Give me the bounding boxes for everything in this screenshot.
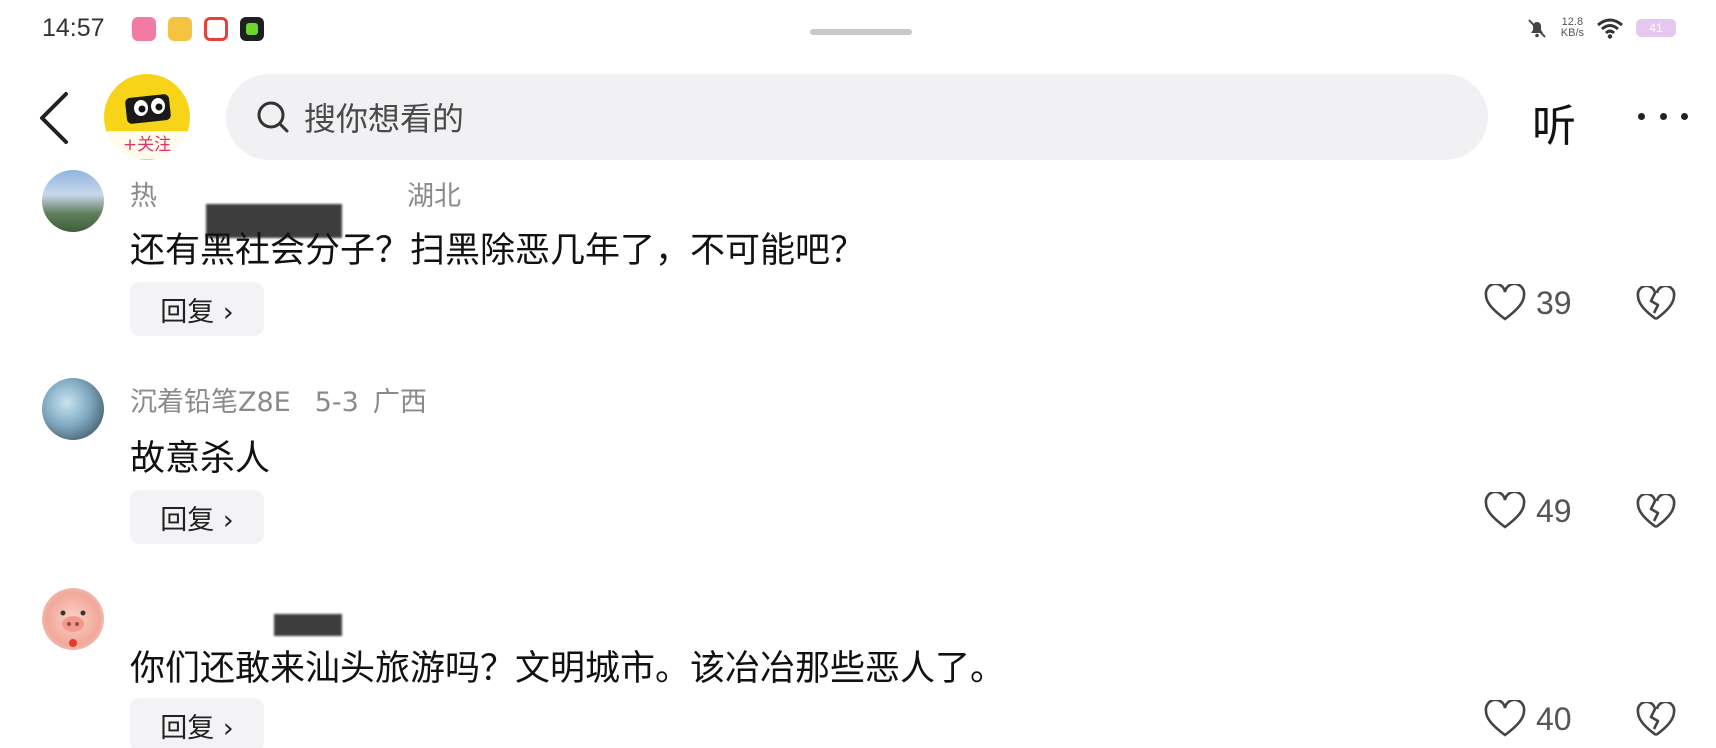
comment-text: 你们还敢来汕头旅游吗？文明城市。该冶冶那些恶人了。 — [130, 649, 1006, 689]
dislike-button[interactable] — [1636, 700, 1676, 742]
search-input[interactable]: 搜你想看的 — [226, 74, 1488, 160]
status-bar: 14:57 12.8 KB/s 41 — [0, 0, 1716, 56]
status-time: 14:57 — [42, 14, 105, 42]
reply-button[interactable]: 回复 › — [130, 698, 264, 748]
comment-username[interactable]: 热 — [130, 181, 157, 212]
chevron-left-icon — [40, 92, 68, 144]
comment-text: 还有黑社会分子？扫黑除恶几年了，不可能吧？ — [130, 231, 866, 271]
video-app-icon — [204, 17, 228, 41]
comment-location: 广西 — [372, 387, 427, 418]
back-button[interactable] — [36, 90, 72, 146]
heart-icon — [1484, 700, 1526, 737]
listen-button[interactable]: 听 — [1532, 90, 1576, 154]
dislike-button[interactable] — [1636, 284, 1676, 326]
like-button[interactable]: 49 — [1484, 492, 1572, 530]
network-speed: 12.8 KB/s — [1561, 17, 1584, 39]
broken-heart-icon — [1636, 492, 1676, 529]
comment-username[interactable]: 沉着铅笔Z8E — [130, 387, 291, 418]
broken-heart-icon — [1636, 700, 1676, 737]
like-button[interactable]: 40 — [1484, 700, 1572, 738]
network-speed-unit: KB/s — [1560, 27, 1584, 39]
broken-heart-icon — [1636, 284, 1676, 321]
comment-meta: 沉着铅笔Z8E 5-3 广西 — [130, 380, 427, 419]
heart-icon — [1484, 284, 1526, 321]
more-dot-icon — [1638, 112, 1645, 120]
comment-date: 5-3 — [314, 387, 359, 418]
drag-handle[interactable] — [810, 29, 912, 35]
redaction-block — [274, 614, 342, 636]
pig-avatar-icon — [60, 610, 86, 647]
search-placeholder: 搜你想看的 — [304, 100, 465, 138]
green-app-icon — [240, 17, 264, 41]
like-count: 40 — [1536, 700, 1572, 737]
like-count: 39 — [1536, 284, 1572, 321]
status-indicators: 12.8 KB/s 41 — [1525, 16, 1676, 40]
comment-text: 故意杀人 — [130, 439, 271, 479]
mute-bell-icon — [1528, 19, 1546, 38]
weibo-app-icon — [168, 17, 192, 41]
reply-button[interactable]: 回复 › — [130, 282, 264, 336]
user-avatar[interactable] — [42, 378, 104, 440]
battery-indicator: 41 — [1636, 19, 1676, 37]
reply-button[interactable]: 回复 › — [130, 490, 264, 544]
heart-icon — [1484, 492, 1526, 529]
like-button[interactable]: 39 — [1484, 284, 1572, 322]
user-avatar[interactable] — [42, 170, 104, 232]
follow-button[interactable]: +关注 — [104, 131, 190, 159]
wifi-icon — [1597, 18, 1623, 39]
bilibili-app-icon — [132, 17, 156, 41]
dislike-button[interactable] — [1636, 492, 1676, 534]
more-dot-icon — [1659, 112, 1667, 120]
like-count: 49 — [1536, 492, 1572, 529]
search-icon — [257, 101, 289, 133]
user-avatar[interactable] — [42, 588, 104, 650]
more-options-button[interactable] — [1638, 96, 1688, 136]
comment-meta — [130, 588, 144, 619]
comment-location: 湖北 — [407, 181, 461, 212]
more-dot-icon — [1681, 112, 1688, 120]
